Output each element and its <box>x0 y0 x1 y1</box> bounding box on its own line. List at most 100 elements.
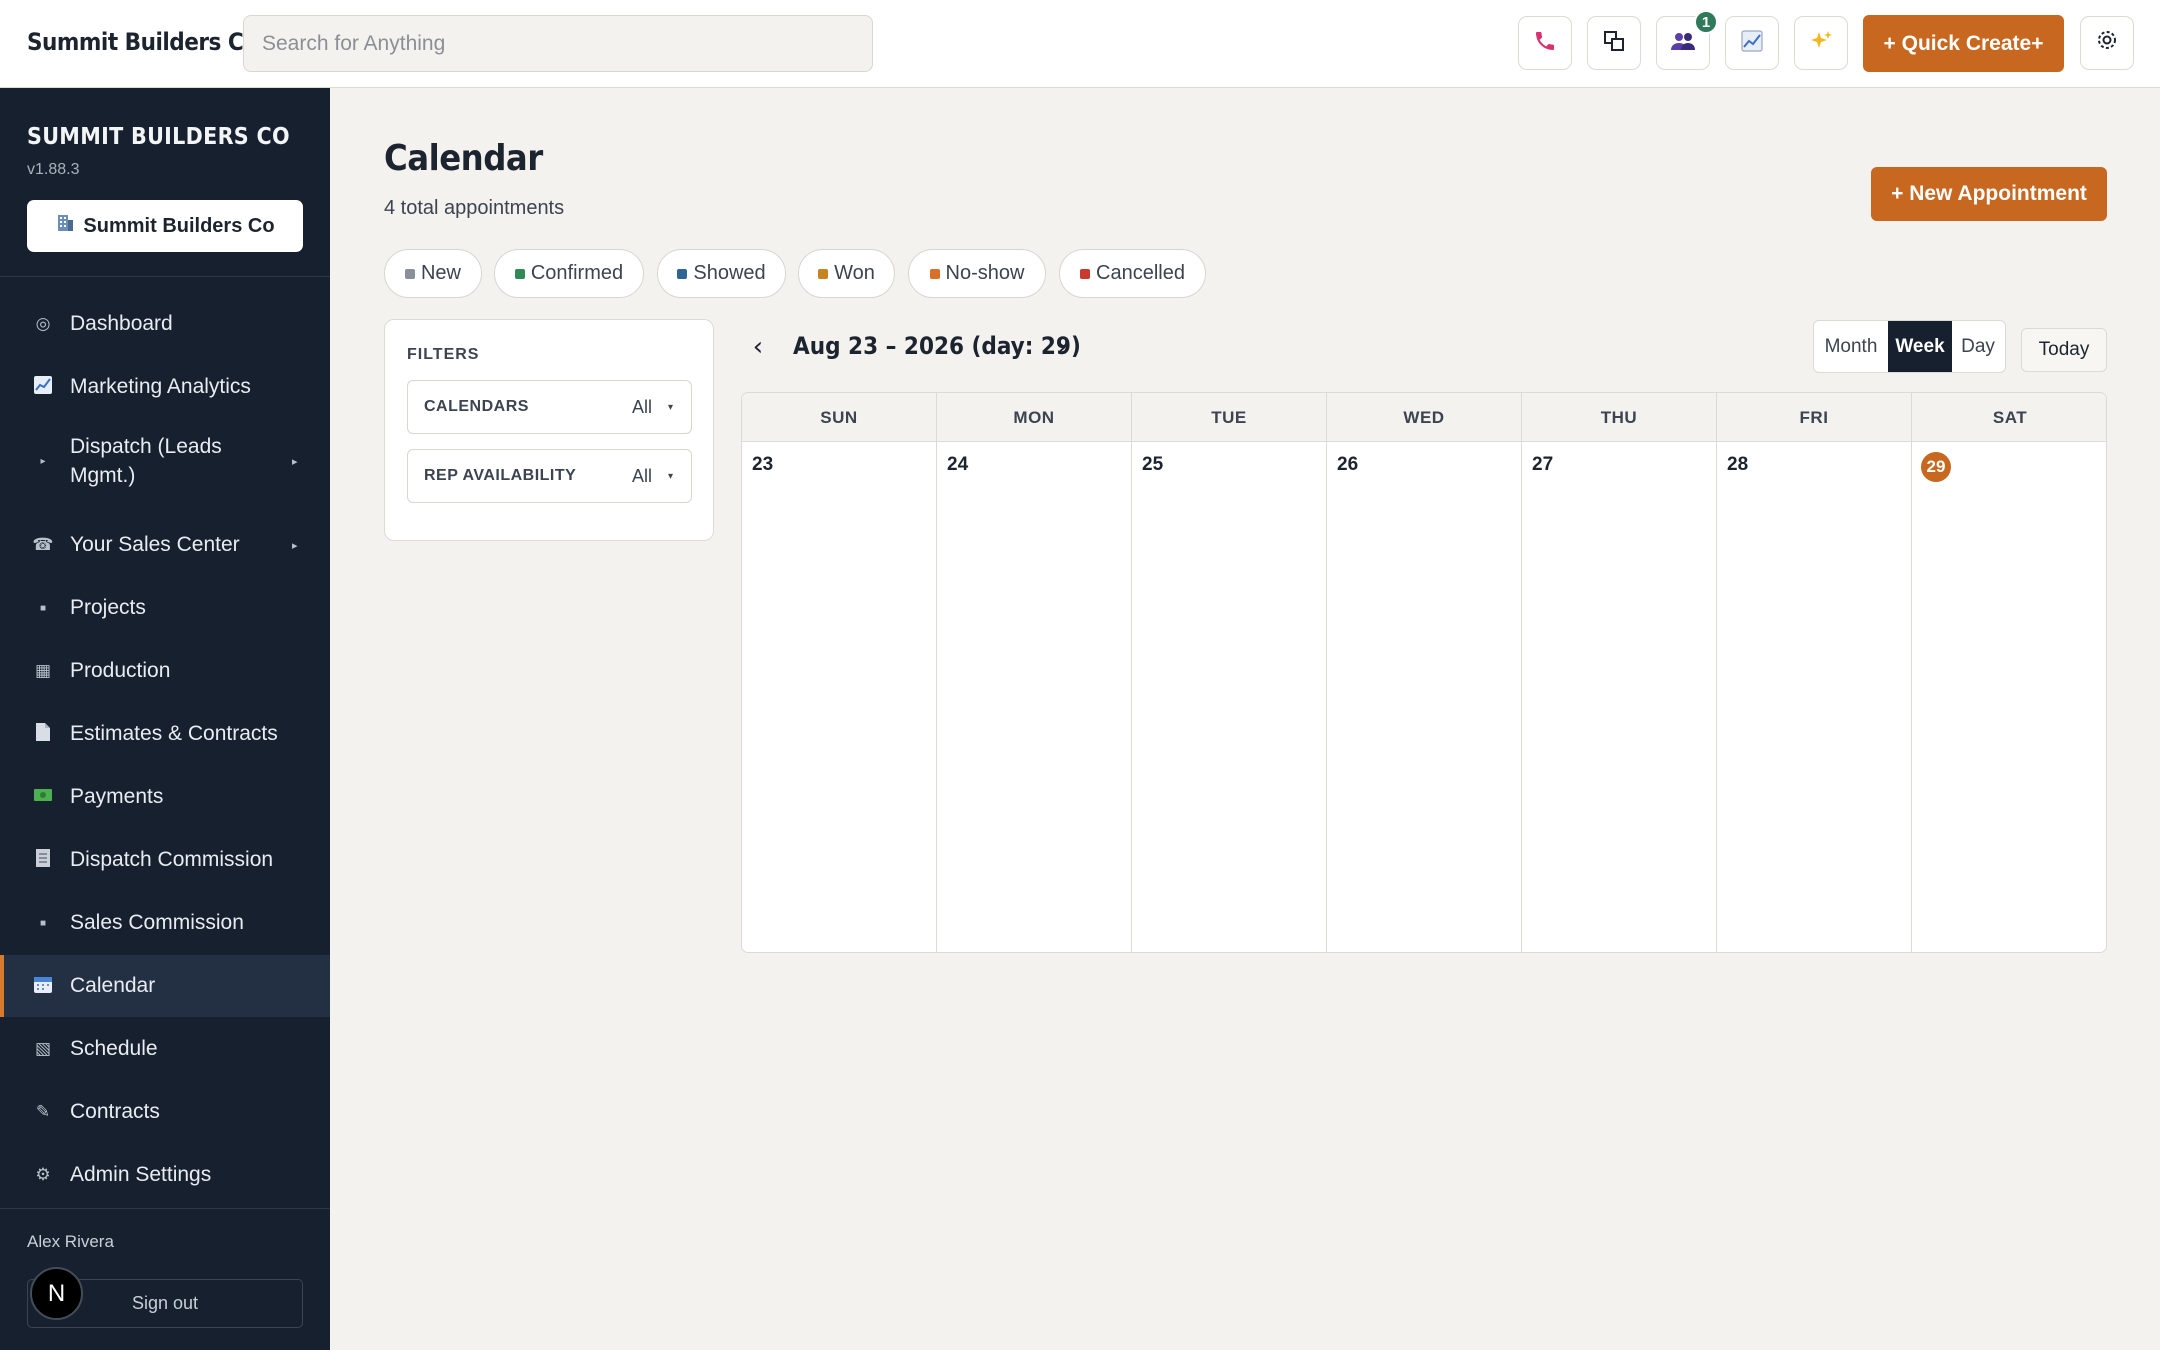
sidebar-item-sales-center[interactable]: ☎ Your Sales Center ▸ <box>0 514 330 576</box>
new-appointment-button[interactable]: + New Appointment <box>1871 167 2107 221</box>
today-button[interactable]: Today <box>2021 328 2107 372</box>
today-day-number: 29 <box>1921 452 1951 482</box>
chevron-down-icon: ▾ <box>668 470 674 482</box>
status-pill-label: No-show <box>945 262 1025 284</box>
analytics-button[interactable] <box>1725 16 1779 70</box>
sidebar-item-admin-settings[interactable]: ⚙ Admin Settings <box>0 1144 330 1206</box>
day-cell[interactable]: 26 <box>1327 442 1522 952</box>
sidebar-item-label: Projects <box>70 596 146 619</box>
phone-icon <box>1533 29 1557 58</box>
sidebar-item-projects[interactable]: ■ Projects <box>0 577 330 639</box>
sparkles-icon <box>1809 29 1833 58</box>
ledger-icon <box>32 848 54 873</box>
gear-icon <box>2096 29 2118 57</box>
grid-icon: ▦ <box>34 661 52 680</box>
rep-availability-filter-label: REP AVAILABILITY <box>424 467 577 484</box>
status-dot <box>929 268 940 279</box>
sidebar-item-label: Marketing Analytics <box>70 375 251 398</box>
day-cell[interactable]: 28 <box>1717 442 1912 952</box>
sidebar-item-label: Admin Settings <box>70 1163 212 1186</box>
week-calendar: SUN MON TUE WED THU FRI SAT 23 24 25 26 … <box>741 392 2107 953</box>
weekday-header: SUN <box>742 393 937 442</box>
pen-icon: ✎ <box>35 1102 51 1121</box>
top-bar: Summit Builders Co 1 + Quick Create+ <box>0 0 2160 88</box>
calendars-filter-select[interactable]: CALENDARS All ▾ <box>407 380 692 434</box>
team-button[interactable]: 1 <box>1656 10 1718 70</box>
day-number: 24 <box>947 454 969 475</box>
day-cell[interactable]: 25 <box>1132 442 1327 952</box>
appointment-count: 4 total appointments <box>384 197 565 219</box>
sidebar-item-label: Estimates & Contracts <box>70 722 278 745</box>
day-cell-today[interactable]: 29 <box>1912 442 2106 952</box>
sidebar-divider <box>0 1208 330 1209</box>
status-pill-confirmed[interactable]: Confirmed <box>494 249 644 298</box>
day-cell[interactable]: 24 <box>937 442 1132 952</box>
sidebar-item-dispatch-commission[interactable]: Dispatch Commission <box>0 829 330 891</box>
quick-create-button[interactable]: + Quick Create+ <box>1863 15 2064 72</box>
building-icon <box>55 213 75 239</box>
sidebar-item-label: Schedule <box>70 1037 158 1060</box>
page-title: Calendar <box>384 138 543 179</box>
date-range-label: Aug 23 – 2026 (day: 29) <box>793 332 1081 360</box>
weekday-header: WED <box>1327 393 1522 442</box>
sidebar-item-schedule[interactable]: ▧ Schedule <box>0 1018 330 1080</box>
status-pill-showed[interactable]: Showed <box>657 249 786 298</box>
phone-button[interactable] <box>1518 16 1572 70</box>
next-week-button[interactable]: › <box>1047 329 1077 365</box>
telephone-icon: ☎ <box>32 535 54 554</box>
sidebar-item-production[interactable]: ▦ Production <box>0 640 330 702</box>
sidebar-item-label: Dashboard <box>70 312 173 335</box>
ai-button[interactable] <box>1794 16 1848 70</box>
sidebar-title: SUMMIT BUILDERS CO <box>27 124 290 150</box>
sidebar-item-estimates-contracts[interactable]: Estimates & Contracts <box>0 703 330 765</box>
day-number: 25 <box>1142 454 1164 475</box>
day-cell[interactable]: 27 <box>1522 442 1717 952</box>
sidebar-item-label: Dispatch Commission <box>70 848 274 871</box>
sidebar-item-label: Payments <box>70 785 164 808</box>
chevron-down-icon: ▾ <box>668 401 674 413</box>
bullet-icon: ▸ <box>40 455 46 467</box>
chevron-right-icon: ▸ <box>292 539 298 552</box>
view-day-button[interactable]: Day <box>1952 321 2004 372</box>
target-icon: ◎ <box>35 314 51 333</box>
view-week-button[interactable]: Week <box>1888 321 1952 372</box>
view-month-button[interactable]: Month <box>1814 321 1888 372</box>
sidebar: SUMMIT BUILDERS CO v1.88.3 Summit Builde… <box>0 88 330 1350</box>
money-icon <box>32 787 54 808</box>
sidebar-item-marketing-analytics[interactable]: Marketing Analytics <box>0 356 330 418</box>
sidebar-item-payments[interactable]: Payments <box>0 766 330 828</box>
rep-availability-filter-value: All <box>632 465 653 486</box>
status-pill-won[interactable]: Won <box>798 249 895 298</box>
status-pill-no-show[interactable]: No-show <box>908 249 1046 298</box>
user-name: Alex Rivera <box>27 1232 114 1251</box>
status-dot <box>677 268 688 279</box>
sidebar-item-label: Contracts <box>70 1100 160 1123</box>
filters-panel: FILTERS CALENDARS All ▾ REP AVAILABILITY… <box>384 319 714 541</box>
status-pill-cancelled[interactable]: Cancelled <box>1059 249 1206 298</box>
sidebar-item-calendar[interactable]: Calendar <box>0 955 330 1017</box>
settings-button[interactable] <box>2080 16 2134 70</box>
avatar[interactable]: N <box>30 1267 83 1320</box>
sidebar-item-dashboard[interactable]: ◎ Dashboard <box>0 293 330 355</box>
calendars-filter-label: CALENDARS <box>424 398 529 415</box>
day-cell[interactable]: 23 <box>742 442 937 952</box>
sidebar-item-label: Dispatch (Leads Mgmt.) <box>70 435 222 487</box>
search-input[interactable] <box>243 15 873 72</box>
sidebar-item-contracts[interactable]: ✎ Contracts <box>0 1081 330 1143</box>
weekday-header: MON <box>937 393 1132 442</box>
brand-name[interactable]: Summit Builders Co <box>27 28 258 56</box>
chevron-right-icon: › <box>1056 332 1068 362</box>
status-pill-new[interactable]: New <box>384 249 482 298</box>
document-icon <box>32 722 54 747</box>
rep-availability-filter-select[interactable]: REP AVAILABILITY All ▾ <box>407 449 692 503</box>
previous-week-button[interactable]: ‹ <box>743 329 773 365</box>
view-toggle: Month Week Day <box>1813 320 2006 373</box>
sidebar-item-dispatch-leads[interactable]: ▸ Dispatch (Leads Mgmt.) ▸ <box>0 420 330 502</box>
sidebar-item-sales-commission[interactable]: ■ Sales Commission <box>0 892 330 954</box>
team-icon <box>1670 30 1696 57</box>
windows-button[interactable] <box>1587 16 1641 70</box>
status-pill-label: Won <box>834 262 875 284</box>
company-switcher-button[interactable]: Summit Builders Co <box>27 200 303 252</box>
weekday-header: SAT <box>1992 407 2028 427</box>
day-number: 23 <box>752 454 774 475</box>
